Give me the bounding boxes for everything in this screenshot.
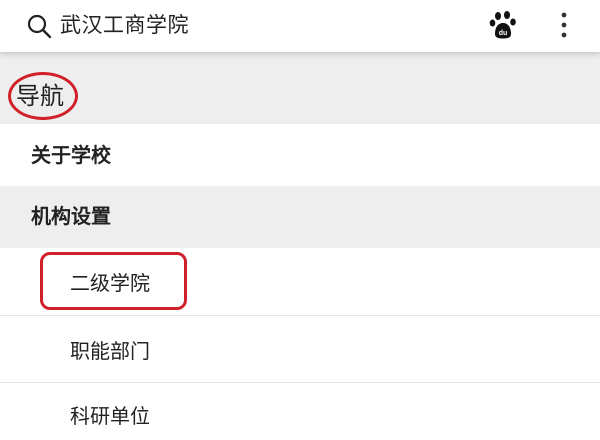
red-rectangle-annotation <box>40 252 187 310</box>
menu-item-about-school-label[interactable]: 关于学校 <box>31 141 111 169</box>
baidu-paw-icon[interactable]: du <box>489 10 519 40</box>
red-circle-annotation <box>8 72 78 120</box>
svg-text:du: du <box>499 30 508 37</box>
search-icon[interactable] <box>26 13 52 39</box>
search-query-text[interactable]: 武汉工商学院 <box>60 11 189 39</box>
page: 武汉工商学院 du 导航 关于学校 机构设置 二级学院 职能部门 科研单位 <box>0 0 600 440</box>
search-bar[interactable]: 武汉工商学院 du <box>0 0 600 52</box>
more-vertical-icon[interactable] <box>556 10 572 40</box>
submenu-item-functional-departments-label[interactable]: 职能部门 <box>70 337 150 365</box>
menu-item-organization-label[interactable]: 机构设置 <box>31 202 111 230</box>
submenu-item-research-units-label[interactable]: 科研单位 <box>70 402 150 430</box>
nav-section-header <box>0 52 600 124</box>
